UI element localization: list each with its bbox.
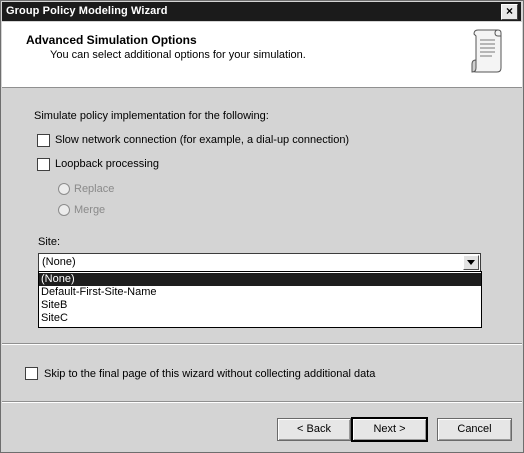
next-button[interactable]: Next > (352, 418, 427, 441)
divider (2, 343, 522, 345)
site-combobox-value: (None) (42, 256, 76, 268)
site-option-sitec[interactable]: SiteC (39, 312, 481, 325)
window-title: Group Policy Modeling Wizard (6, 5, 168, 17)
cancel-button[interactable]: Cancel (437, 418, 512, 441)
skip-label[interactable]: Skip to the final page of this wizard wi… (44, 368, 375, 380)
site-combobox[interactable]: (None) (38, 253, 481, 272)
merge-radio[interactable] (58, 204, 70, 216)
title-bar[interactable]: Group Policy Modeling Wizard × (2, 2, 521, 21)
footer-divider (2, 401, 522, 403)
page-subtitle: You can select additional options for yo… (50, 49, 306, 61)
back-button[interactable]: < Back (277, 418, 351, 441)
slow-network-checkbox[interactable] (37, 134, 50, 147)
wizard-window: Group Policy Modeling Wizard × Advanced … (0, 0, 524, 453)
page-title: Advanced Simulation Options (26, 33, 197, 47)
loopback-label[interactable]: Loopback processing (55, 158, 159, 170)
wizard-header: Advanced Simulation Options You can sele… (2, 22, 522, 88)
skip-checkbox[interactable] (25, 367, 38, 380)
close-icon: × (505, 4, 513, 18)
simulate-intro: Simulate policy implementation for the f… (34, 110, 269, 122)
merge-label[interactable]: Merge (74, 204, 105, 216)
site-option-siteb[interactable]: SiteB (39, 299, 481, 312)
replace-radio[interactable] (58, 183, 70, 195)
site-label: Site: (38, 236, 61, 248)
site-dropdown-list: (None) Default-First-Site-Name SiteB Sit… (38, 271, 482, 328)
slow-network-label[interactable]: Slow network connection (for example, a … (55, 134, 349, 146)
site-option-default-first-site[interactable]: Default-First-Site-Name (39, 286, 481, 299)
site-option-none[interactable]: (None) (39, 273, 481, 286)
scroll-icon (471, 29, 502, 73)
chevron-down-icon[interactable] (463, 255, 479, 270)
replace-label[interactable]: Replace (74, 183, 114, 195)
loopback-checkbox[interactable] (37, 158, 50, 171)
close-button[interactable]: × (501, 4, 518, 20)
